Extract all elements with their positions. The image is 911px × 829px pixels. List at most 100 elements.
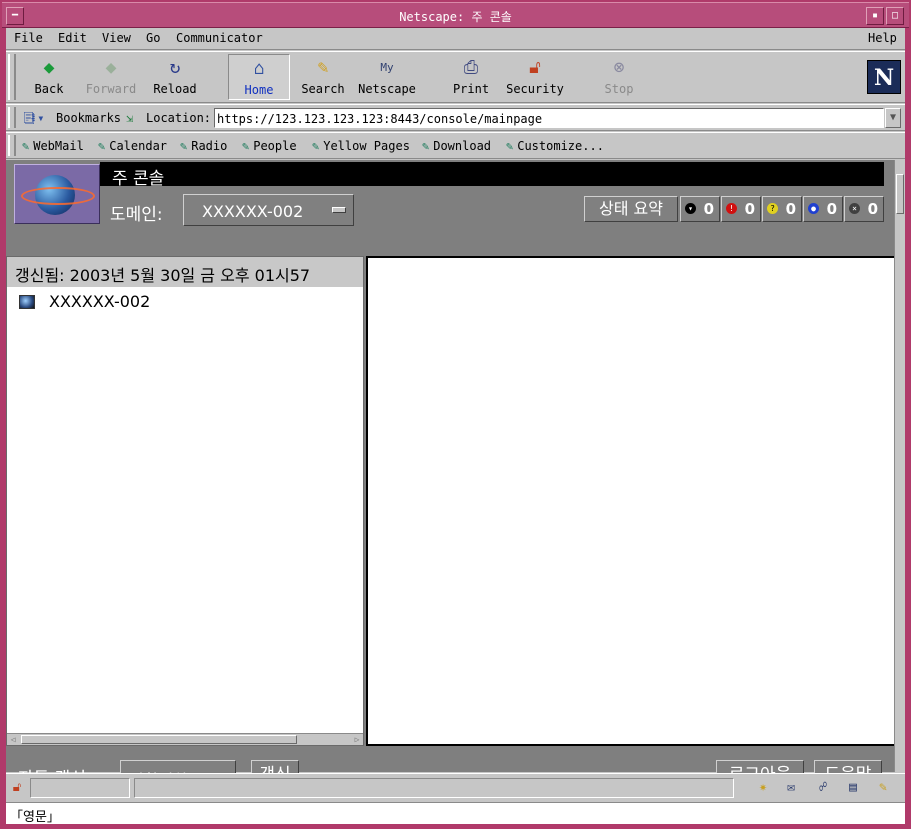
status-bar: 🔓︎ ✷ ✉ ☍ ▤ ✎ bbox=[6, 773, 905, 801]
location-bar: 📑︎▾ Bookmarks ⇲ Location: https://123.12… bbox=[6, 104, 905, 131]
bookmark-pen-icon: ✎ bbox=[312, 139, 320, 153]
status-message-cell bbox=[134, 778, 734, 798]
download-link[interactable]: ✎ Download bbox=[422, 139, 491, 153]
bookmarks-button[interactable]: Bookmarks bbox=[56, 111, 121, 125]
navigation-toolbar: ◆ Back ◆ Forward ↻ Reload ⌂ Home ✎ Searc… bbox=[6, 51, 905, 103]
menu-help[interactable]: Help bbox=[868, 31, 897, 45]
location-grip[interactable] bbox=[8, 107, 16, 128]
location-icon[interactable]: ⇲ bbox=[126, 111, 133, 125]
status-warning-icon: ? bbox=[767, 203, 778, 214]
editor-icon[interactable]: ✎ bbox=[874, 780, 892, 796]
scroll-thumb[interactable] bbox=[21, 735, 297, 744]
bookmark-pen-icon: ✎ bbox=[22, 139, 30, 153]
bookmarks-icon[interactable]: 📑︎▾ bbox=[22, 111, 44, 125]
print-label: Print bbox=[452, 82, 490, 96]
toolbar-grip[interactable] bbox=[8, 54, 16, 100]
scroll-right-icon[interactable]: ▷ bbox=[351, 734, 363, 745]
netscape-icon: My bbox=[380, 61, 394, 74]
composer-icon[interactable]: ▤ bbox=[844, 780, 862, 796]
menu-view[interactable]: View bbox=[102, 31, 131, 45]
security-status-icon[interactable]: 🔓︎ bbox=[8, 780, 26, 796]
netscape-button[interactable]: My Netscape bbox=[356, 54, 418, 100]
forward-label: Forward bbox=[85, 82, 137, 96]
input-method-status: 「영문」 bbox=[10, 810, 60, 825]
bookmark-pen-icon: ✎ bbox=[180, 139, 188, 153]
horizontal-scrollbar[interactable]: ◁ ▷ bbox=[7, 733, 363, 745]
status-unknown-count[interactable]: × 0 bbox=[844, 196, 884, 222]
home-icon: ⌂ bbox=[253, 58, 265, 79]
status-info-count[interactable]: ● 0 bbox=[803, 196, 843, 222]
domain-label: 도메인: bbox=[110, 205, 163, 225]
webmail-link[interactable]: ✎ WebMail bbox=[22, 139, 84, 153]
detail-panel bbox=[366, 256, 904, 746]
url-dropdown-icon[interactable]: ▼ bbox=[885, 108, 901, 128]
progress-cell bbox=[30, 778, 130, 798]
domain-select[interactable]: XXXXXX-002 bbox=[183, 194, 354, 226]
menu-communicator[interactable]: Communicator bbox=[176, 31, 263, 45]
home-button[interactable]: ⌂ Home bbox=[228, 54, 290, 100]
stop-icon: ⊗ bbox=[613, 57, 625, 78]
security-button[interactable]: 🔓︎ Security bbox=[504, 54, 566, 100]
back-button[interactable]: ◆ Back bbox=[18, 54, 80, 100]
status-down-icon: ▾ bbox=[685, 203, 696, 214]
status-critical-count[interactable]: ! 0 bbox=[721, 196, 761, 222]
dropdown-indicator-icon bbox=[332, 207, 346, 213]
status-summary-label: 상태 요약 bbox=[584, 196, 678, 222]
minimize-button[interactable]: ▪ bbox=[866, 7, 884, 25]
status-down-value: 0 bbox=[703, 200, 714, 218]
url-input[interactable]: https://123.123.123.123:8443/console/mai… bbox=[214, 108, 884, 128]
home-label: Home bbox=[244, 83, 274, 97]
browser-client: File Edit View Go Communicator Help ◆ Ba… bbox=[6, 28, 905, 823]
search-label: Search bbox=[301, 82, 345, 96]
bookmark-pen-icon: ✎ bbox=[422, 139, 430, 153]
netscape-logo[interactable]: N bbox=[867, 60, 901, 94]
radio-link[interactable]: ✎ Radio bbox=[180, 139, 227, 153]
status-critical-value: 0 bbox=[744, 200, 755, 218]
vertical-scroll-thumb[interactable] bbox=[896, 174, 904, 214]
menu-edit[interactable]: Edit bbox=[58, 31, 87, 45]
mail-icon[interactable]: ✉ bbox=[782, 780, 800, 796]
people-link[interactable]: ✎ People bbox=[242, 139, 297, 153]
back-arrow-icon: ◆ bbox=[43, 57, 55, 78]
status-summary: 상태 요약 ▾ 0 ! 0 ? 0 ● 0 × 0 bbox=[584, 196, 884, 222]
stop-button[interactable]: ⊗ Stop bbox=[588, 54, 650, 100]
status-unknown-value: 0 bbox=[867, 200, 878, 218]
menu-file[interactable]: File bbox=[14, 31, 43, 45]
status-down-count[interactable]: ▾ 0 bbox=[680, 196, 720, 222]
console-logo bbox=[14, 164, 100, 224]
search-icon: ✎ bbox=[317, 57, 329, 78]
print-button[interactable]: ⎙ Print bbox=[440, 54, 502, 100]
discussion-icon[interactable]: ☍ bbox=[814, 780, 832, 796]
yellow-pages-link[interactable]: ✎ Yellow Pages bbox=[312, 139, 410, 153]
customize-link[interactable]: ✎ Customize... bbox=[506, 139, 604, 153]
orbit-ring bbox=[21, 187, 95, 205]
navigator-icon[interactable]: ✷ bbox=[754, 780, 772, 796]
status-warning-value: 0 bbox=[785, 200, 796, 218]
netscape-label: Netscape bbox=[358, 82, 416, 96]
security-label: Security bbox=[506, 82, 564, 96]
personal-toolbar: ✎ WebMail ✎ Calendar ✎ Radio ✎ People ✎ Yello… bbox=[6, 132, 905, 159]
reload-icon: ↻ bbox=[169, 57, 181, 78]
maximize-button[interactable]: □ bbox=[886, 7, 904, 25]
bookmark-pen-icon: ✎ bbox=[98, 139, 106, 153]
personal-grip[interactable] bbox=[8, 135, 16, 156]
domain-globe-icon bbox=[19, 295, 35, 309]
bookmark-pen-icon: ✎ bbox=[242, 139, 250, 153]
search-button[interactable]: ✎ Search bbox=[292, 54, 354, 100]
scroll-left-icon[interactable]: ◁ bbox=[7, 734, 19, 745]
status-warning-count[interactable]: ? 0 bbox=[762, 196, 802, 222]
menu-go[interactable]: Go bbox=[146, 31, 160, 45]
title-bar[interactable]: ━ Netscape: 주 콘솔 ▪ □ bbox=[2, 2, 909, 28]
forward-button[interactable]: ◆ Forward bbox=[80, 54, 142, 100]
status-info-value: 0 bbox=[826, 200, 837, 218]
refreshed-timestamp: 갱신됨: 2003년 5월 30일 금 오후 01시57 bbox=[15, 266, 311, 285]
status-critical-icon: ! bbox=[726, 203, 737, 214]
window-title: Netscape: 주 콘솔 bbox=[399, 10, 512, 24]
location-label: Location: bbox=[146, 111, 212, 125]
vertical-scrollbar[interactable] bbox=[894, 160, 905, 772]
security-lock-icon: 🔓︎ bbox=[529, 57, 541, 78]
bookmark-pen-icon: ✎ bbox=[506, 139, 514, 153]
tree-item-label: XXXXXX-002 bbox=[49, 292, 151, 311]
reload-button[interactable]: ↻ Reload bbox=[144, 54, 206, 100]
calendar-link[interactable]: ✎ Calendar bbox=[98, 139, 167, 153]
